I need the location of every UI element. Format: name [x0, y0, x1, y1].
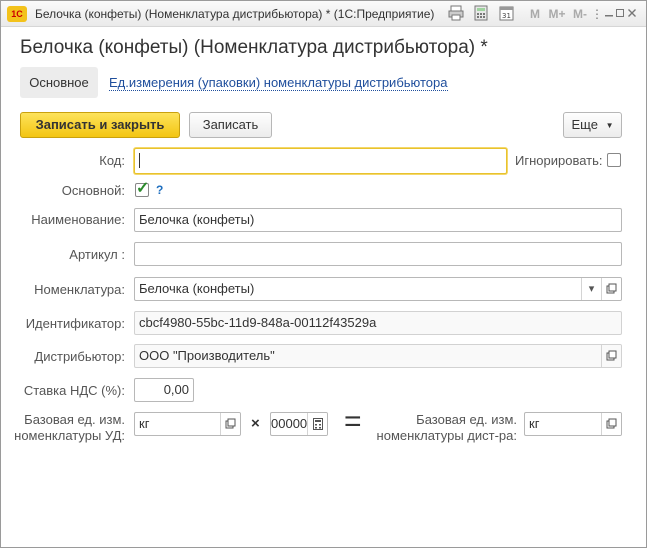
dist-unit-input[interactable]: кг [524, 412, 622, 436]
memory-minus-button[interactable]: M- [571, 5, 589, 23]
save-and-close-button[interactable]: Записать и закрыть [20, 112, 180, 138]
window-title: Белочка (конфеты) (Номенклатура дистрибь… [35, 7, 435, 21]
main-label: Основной: [61, 183, 125, 198]
main-checkbox[interactable]: ✓ [135, 180, 150, 197]
open-icon[interactable] [220, 413, 240, 435]
more-button-label: Еще [571, 117, 598, 132]
base-unit-label: Базовая ед. изм. номенклатуры УД: [14, 412, 125, 444]
open-icon[interactable] [601, 413, 621, 435]
memory-plus-button[interactable]: M+ [547, 5, 567, 23]
form-title: Белочка (конфеты) (Номенклатура дистрибь… [20, 37, 488, 58]
calendar-icon[interactable]: 31 [499, 5, 517, 23]
tab-units-link[interactable]: Ед.измерения (упаковки) номенклатуры дис… [109, 75, 448, 91]
form-window: 1С Белочка (конфеты) (Номенклатура дистр… [0, 0, 647, 548]
article-label: Артикул : [69, 247, 125, 262]
dist-unit-label-line2: номенклатуры дист-ра: [376, 428, 517, 443]
distributor-label: Дистрибьютор: [34, 349, 125, 364]
equals-symbol: = [344, 405, 362, 438]
app-logo: 1С [7, 6, 27, 22]
ratio-input[interactable]: 00000 [270, 412, 328, 436]
chevron-down-icon: ▼ [605, 121, 614, 130]
dist-unit-label-line1: Базовая ед. изм. [416, 412, 517, 427]
nomenclature-label: Номенклатура: [34, 282, 125, 297]
base-unit-label-line1: Базовая ед. изм. [24, 412, 125, 427]
nomenclature-input[interactable]: Белочка (конфеты) ▾ [134, 277, 622, 301]
distributor-input[interactable]: ООО "Производитель" [134, 344, 622, 368]
vat-label: Ставка НДС (%): [23, 383, 125, 398]
base-unit-input[interactable]: кг [134, 412, 241, 436]
checkmark-icon: ✓ [136, 180, 150, 197]
ignore-label: Игнорировать: [515, 153, 603, 168]
distributor-value: ООО "Производитель" [139, 348, 275, 363]
identifier-label: Идентификатор: [25, 316, 125, 331]
help-icon[interactable]: ? [156, 183, 163, 197]
name-input[interactable]: Белочка (конфеты) [134, 208, 622, 232]
more-icon[interactable]: ⋮ [591, 5, 603, 23]
name-label: Наименование: [31, 212, 125, 227]
code-input[interactable] [134, 148, 507, 174]
code-label: Код: [99, 153, 125, 168]
vat-input[interactable]: 0,00 [134, 378, 194, 402]
maximize-icon[interactable] [615, 5, 627, 23]
text-cursor [139, 153, 140, 168]
open-icon[interactable] [601, 345, 621, 367]
multiply-symbol: × [251, 415, 260, 432]
article-input[interactable] [134, 242, 622, 266]
ratio-value: 00000 [271, 416, 308, 431]
tab-main[interactable]: Основное [20, 67, 98, 98]
dist-unit-value: кг [529, 416, 540, 431]
svg-text:31: 31 [502, 12, 511, 20]
nomenclature-value: Белочка (конфеты) [139, 281, 255, 296]
dropdown-arrow-icon[interactable]: ▾ [581, 278, 601, 300]
open-icon[interactable] [601, 278, 621, 300]
close-icon[interactable] [627, 5, 641, 23]
more-button[interactable]: Еще ▼ [563, 112, 622, 138]
title-bar: 1С Белочка (конфеты) (Номенклатура дистр… [1, 1, 646, 27]
identifier-input[interactable]: cbcf4980-55bc-11d9-848a-00112f43529a [134, 311, 622, 335]
dist-unit-label: Базовая ед. изм. номенклатуры дист-ра: [377, 412, 517, 444]
save-button[interactable]: Записать [189, 112, 272, 138]
base-unit-label-line2: номенклатуры УД: [14, 428, 125, 443]
calculator-icon[interactable] [474, 5, 492, 23]
base-unit-value: кг [139, 416, 150, 431]
calculator-icon[interactable] [307, 413, 327, 435]
memory-m-button[interactable]: M [528, 5, 542, 23]
ignore-checkbox[interactable] [607, 153, 621, 167]
print-icon[interactable] [448, 5, 466, 23]
